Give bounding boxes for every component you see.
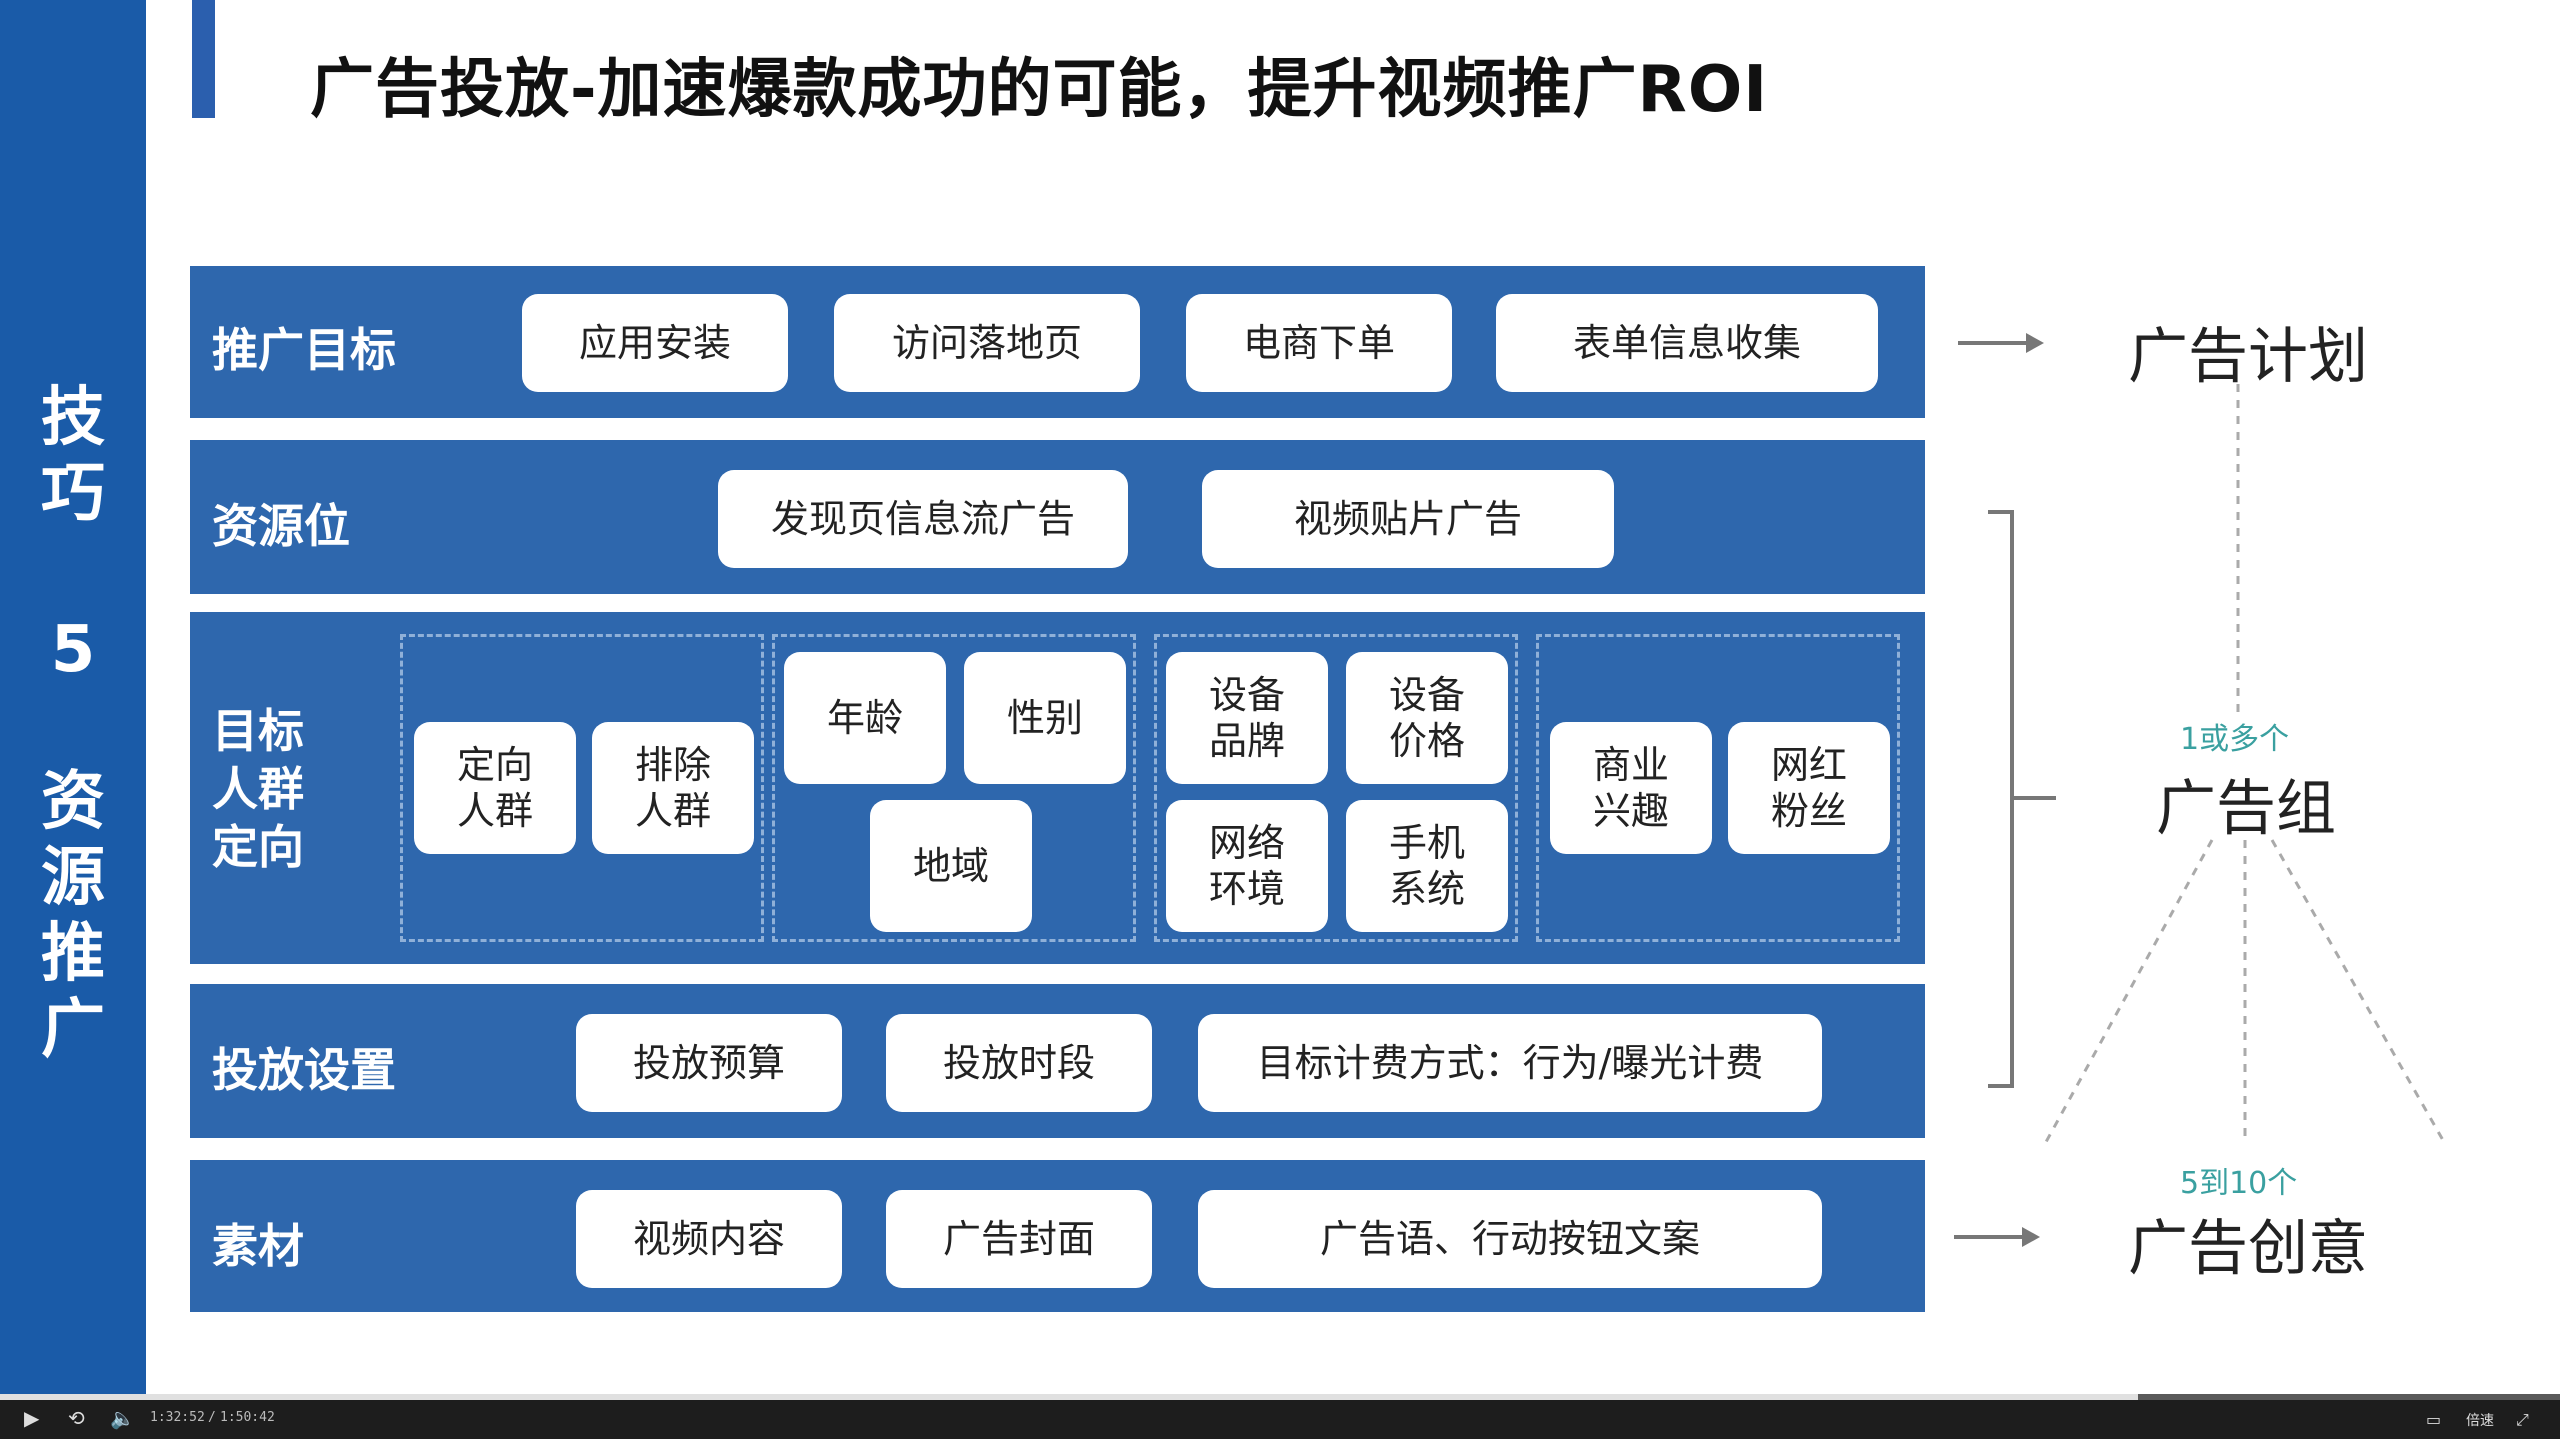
ad-group-count: 1或多个	[2180, 722, 2290, 757]
time-separator: /	[208, 1410, 216, 1425]
play-icon[interactable]: ▶	[24, 1406, 39, 1430]
fullscreen-icon[interactable]: ⤢	[2516, 1410, 2529, 1430]
arrow-right-icon	[1958, 333, 2044, 353]
dashed-connector	[2270, 839, 2446, 1143]
arrow-right-icon	[1954, 1227, 2040, 1247]
bracket-shape	[1988, 510, 2056, 1088]
player-controls	[0, 1400, 2560, 1439]
subtitle-icon[interactable]: ▭	[2426, 1410, 2441, 1429]
ad-group-label: 广告组	[2156, 774, 2336, 844]
total-time: 1:50:42	[220, 1410, 275, 1425]
volume-icon[interactable]: 🔈	[110, 1406, 135, 1430]
dashed-connector	[2044, 839, 2214, 1143]
loop-icon[interactable]: ⟲	[68, 1406, 85, 1430]
ad-plan-label: 广告计划	[2128, 322, 2368, 392]
current-time: 1:32:52	[150, 1410, 205, 1425]
ad-creative-count: 5到10个	[2180, 1166, 2298, 1201]
speed-button[interactable]: 倍速	[2466, 1410, 2494, 1430]
ad-creative-label: 广告创意	[2128, 1214, 2368, 1284]
